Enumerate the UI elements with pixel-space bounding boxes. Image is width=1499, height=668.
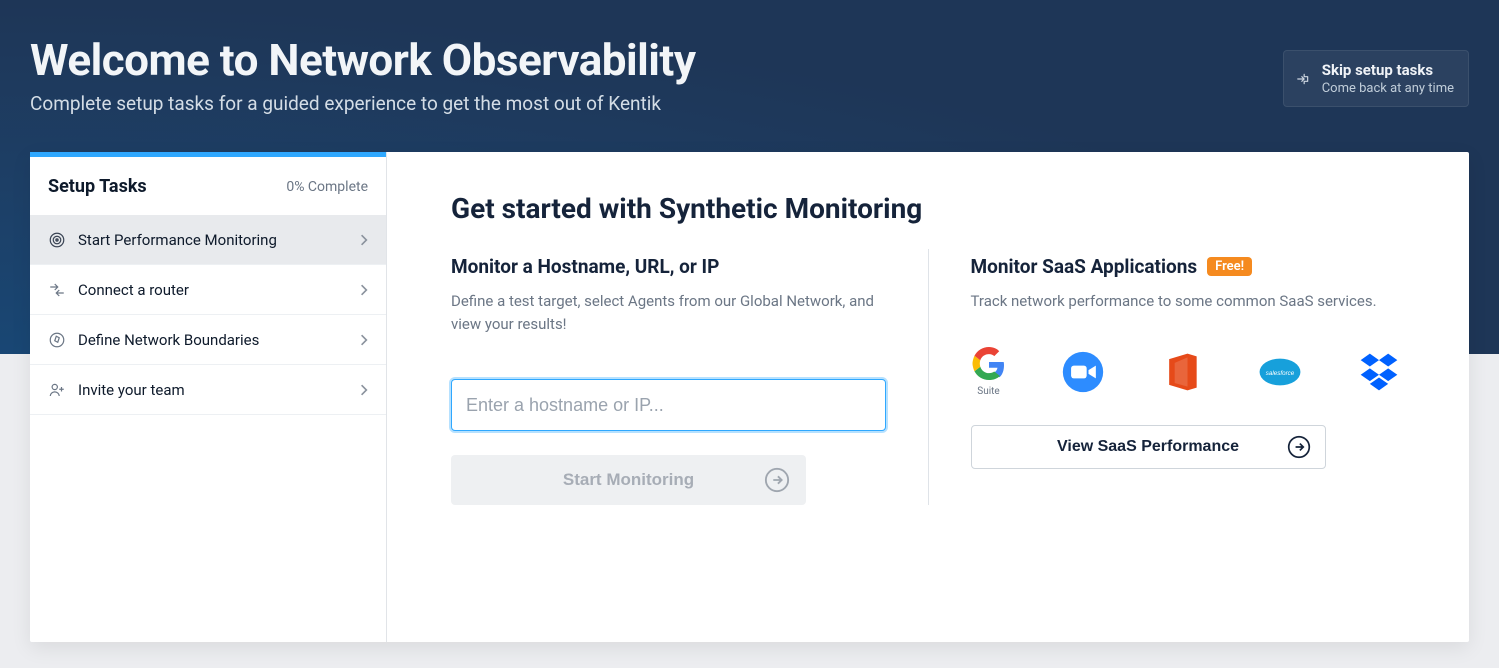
tasks-header: Setup Tasks 0% Complete [30, 152, 386, 215]
chevron-right-icon [360, 233, 368, 247]
router-icon [48, 281, 66, 299]
task-item-router[interactable]: Connect a router [30, 265, 386, 315]
saas-heading: Monitor SaaS Applications [971, 255, 1198, 278]
dropbox-logo [1357, 350, 1401, 394]
hostname-input[interactable] [451, 379, 886, 431]
skip-setup-button[interactable]: Skip setup tasks Come back at any time [1283, 50, 1469, 107]
compass-icon [48, 331, 66, 349]
gsuite-label: Suite [977, 386, 999, 397]
page-subtitle: Complete setup tasks for a guided experi… [30, 92, 1469, 115]
task-item-performance[interactable]: Start Performance Monitoring [30, 215, 386, 265]
setup-tasks-sidebar: Setup Tasks 0% Complete Start Performanc… [30, 152, 387, 642]
view-saas-button[interactable]: View SaaS Performance [971, 425, 1326, 469]
office-logo [1160, 350, 1204, 394]
panel-title: Get started with Synthetic Monitoring [451, 192, 1405, 225]
salesforce-logo: salesforce [1258, 350, 1302, 394]
gsuite-logo: Suite [971, 347, 1007, 397]
hostname-section: Monitor a Hostname, URL, or IP Define a … [451, 255, 886, 505]
task-label: Invite your team [78, 381, 185, 399]
target-icon [48, 231, 66, 249]
svg-text:salesforce: salesforce [1266, 370, 1295, 377]
saas-logos: Suite [971, 347, 1401, 397]
arrow-in-icon [1296, 72, 1310, 86]
free-badge: Free! [1207, 257, 1252, 276]
chevron-right-icon [360, 333, 368, 347]
task-label: Start Performance Monitoring [78, 231, 277, 249]
onboarding-card: Setup Tasks 0% Complete Start Performanc… [30, 152, 1469, 642]
task-label: Define Network Boundaries [78, 331, 259, 349]
view-saas-label: View SaaS Performance [1057, 438, 1239, 456]
tasks-title: Setup Tasks [48, 176, 147, 197]
saas-desc: Track network performance to some common… [971, 290, 1406, 313]
chevron-right-icon [360, 283, 368, 297]
start-monitoring-button[interactable]: Start Monitoring [451, 455, 806, 505]
task-item-invite[interactable]: Invite your team [30, 365, 386, 415]
arrow-circle-icon [764, 467, 790, 493]
task-label: Connect a router [78, 281, 189, 299]
zoom-logo [1061, 350, 1105, 394]
page-title: Welcome to Network Observability [30, 34, 1469, 86]
chevron-right-icon [360, 383, 368, 397]
hostname-desc: Define a test target, select Agents from… [451, 290, 886, 335]
main-panel: Get started with Synthetic Monitoring Mo… [387, 152, 1469, 642]
saas-section: Monitor SaaS Applications Free! Track ne… [971, 255, 1406, 505]
skip-subtitle: Come back at any time [1322, 81, 1454, 96]
start-monitoring-label: Start Monitoring [563, 470, 694, 490]
skip-title: Skip setup tasks [1322, 61, 1454, 79]
add-user-icon [48, 381, 66, 399]
hostname-heading: Monitor a Hostname, URL, or IP [451, 255, 886, 278]
arrow-circle-icon [1287, 435, 1311, 459]
task-item-boundaries[interactable]: Define Network Boundaries [30, 315, 386, 365]
column-divider [928, 249, 929, 505]
tasks-progress: 0% Complete [286, 179, 368, 195]
